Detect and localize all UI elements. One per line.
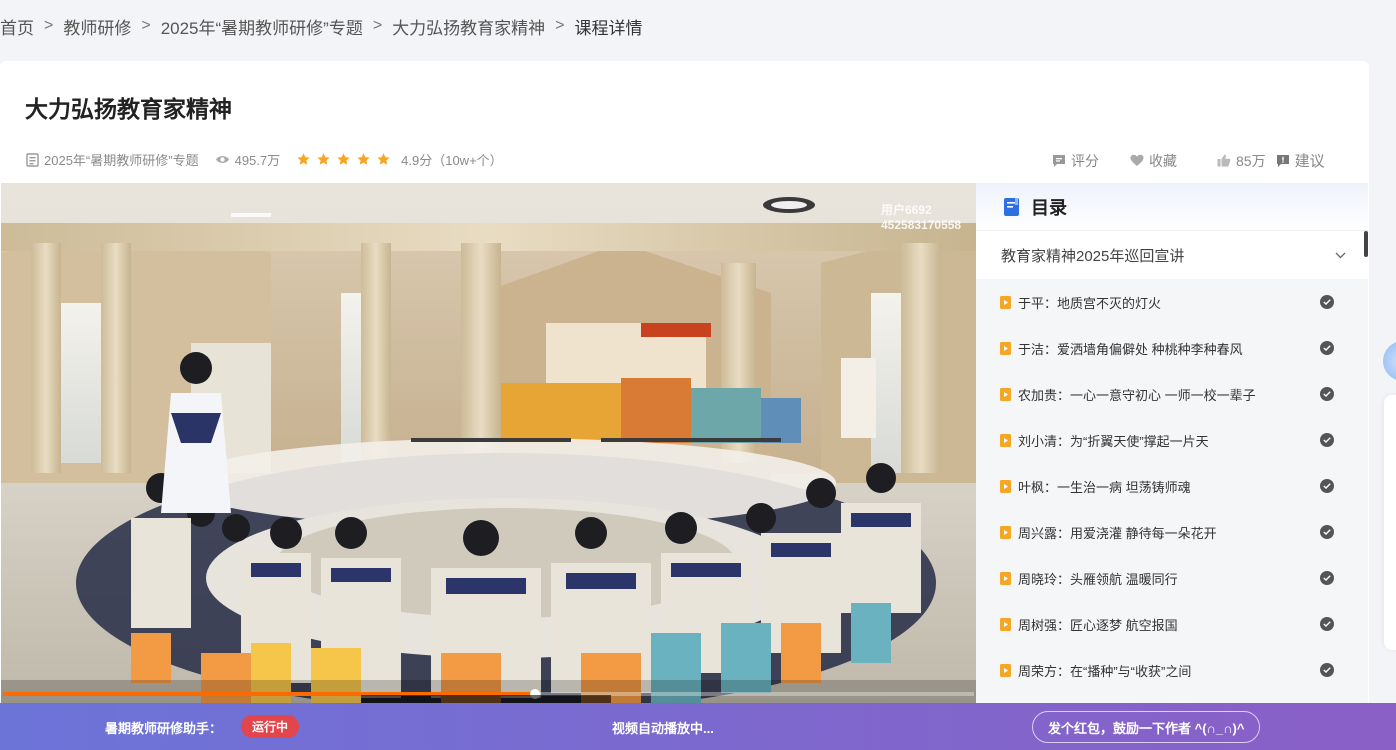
lesson-item[interactable]: 于洁：爱洒墙角偏僻处 种桃种李种春风 bbox=[976, 325, 1368, 371]
completed-check-icon bbox=[1320, 525, 1334, 539]
rating-count: （10w+个） bbox=[432, 153, 503, 168]
feedback-icon bbox=[1276, 154, 1289, 167]
video-lesson-icon bbox=[1000, 479, 1011, 493]
status-badge: 运行中 bbox=[241, 715, 300, 738]
catalog-book-icon bbox=[1004, 197, 1019, 216]
star-icon bbox=[377, 153, 390, 165]
rating-stars bbox=[296, 152, 396, 167]
video-lesson-icon bbox=[1000, 663, 1011, 677]
completed-check-icon bbox=[1320, 295, 1334, 309]
breadcrumb-home[interactable]: 首页 bbox=[0, 14, 34, 39]
like-button[interactable]: 85万 bbox=[1217, 151, 1266, 171]
lesson-title: 周树强：匠心逐梦 航空报国 bbox=[1018, 617, 1178, 633]
catalog-chapter[interactable]: 教育家精神2025年巡回宣讲 bbox=[976, 231, 1368, 279]
favorite-button[interactable]: 收藏 bbox=[1130, 151, 1177, 171]
assistant-label: 暑期教师研修助手： bbox=[105, 721, 223, 736]
lesson-item[interactable]: 周兴露：用爱浇灌 静待每一朵花开 bbox=[976, 509, 1368, 555]
video-frame bbox=[1, 183, 976, 703]
breadcrumb-separator: > bbox=[141, 17, 151, 34]
eye-icon bbox=[215, 156, 229, 163]
breadcrumb: 首页 > 教师研修 > 2025年“暑期教师研修”专题 > 大力弘扬教育家精神 … bbox=[0, 14, 643, 38]
course-actions: 评分 收藏 85万 建议 bbox=[1052, 150, 1325, 171]
lesson-title: 农加贵：一心一意守初心 一师一校一辈子 bbox=[1018, 387, 1256, 403]
completed-check-icon bbox=[1320, 341, 1334, 355]
page-title: 大力弘扬教育家精神 bbox=[25, 96, 232, 122]
assistant-bar: 暑期教师研修助手： 运行中 视频自动播放中... 发个红包，鼓励一下作者 ^(∩… bbox=[0, 703, 1396, 750]
video-lesson-icon bbox=[1000, 571, 1011, 585]
star-icon bbox=[317, 153, 330, 165]
favorite-label: 收藏 bbox=[1149, 152, 1177, 169]
video-lesson-icon bbox=[1000, 387, 1011, 401]
autoplay-status: 视频自动播放中... bbox=[612, 721, 714, 736]
lesson-title: 于平：地质宫不灭的灯火 bbox=[1018, 295, 1162, 311]
lesson-item[interactable]: 农加贵：一心一意守初心 一师一校一辈子 bbox=[976, 371, 1368, 417]
video-lesson-icon bbox=[1000, 341, 1011, 355]
topic-label: 2025年“暑期教师研修”专题 bbox=[44, 153, 199, 168]
topic-info[interactable]: 2025年“暑期教师研修”专题 bbox=[26, 150, 199, 169]
course-meta: 2025年“暑期教师研修”专题 495.7万 4.9分 （10w+个） bbox=[26, 150, 519, 169]
star-icon bbox=[357, 153, 370, 165]
breadcrumb-course[interactable]: 大力弘扬教育家精神 bbox=[392, 14, 545, 39]
video-lesson-icon bbox=[1000, 295, 1011, 309]
lesson-title: 于洁：爱洒墙角偏僻处 种桃种李种春风 bbox=[1018, 341, 1243, 357]
lesson-title: 刘小清：为“折翼天使”撑起一片天 bbox=[1018, 433, 1209, 449]
completed-check-icon bbox=[1320, 617, 1334, 631]
star-icon bbox=[297, 153, 310, 165]
video-lesson-icon bbox=[1000, 433, 1011, 447]
catalog-panel: 目录 教育家精神2025年巡回宣讲 于平：地质宫不灭的灯火于洁：爱洒墙角偏僻处 … bbox=[976, 183, 1368, 703]
completed-check-icon bbox=[1320, 663, 1334, 677]
breadcrumb-topic[interactable]: 2025年“暑期教师研修”专题 bbox=[161, 14, 363, 39]
view-count-value: 495.7万 bbox=[234, 153, 281, 168]
lesson-item[interactable]: 刘小清：为“折翼天使”撑起一片天 bbox=[976, 417, 1368, 463]
video-player[interactable]: 用户6692 452583170558 bbox=[1, 183, 976, 703]
thumbs-up-icon bbox=[1217, 154, 1231, 167]
video-watermark: 用户6692 452583170558 bbox=[881, 203, 976, 233]
lesson-item[interactable]: 周晓玲：头雁领航 温暖同行 bbox=[976, 555, 1368, 601]
completed-check-icon bbox=[1320, 387, 1334, 401]
document-icon bbox=[26, 152, 39, 167]
comment-icon bbox=[1053, 154, 1065, 167]
like-count: 85万 bbox=[1236, 152, 1266, 169]
completed-check-icon bbox=[1320, 571, 1334, 585]
assistant-float-icon[interactable] bbox=[1383, 341, 1396, 381]
heart-icon bbox=[1130, 154, 1144, 166]
chevron-down-icon bbox=[1335, 252, 1346, 258]
completed-check-icon bbox=[1320, 479, 1334, 493]
breadcrumb-current: 课程详情 bbox=[574, 18, 643, 38]
rating: 4.9分 （10w+个） bbox=[296, 150, 503, 169]
rating-score: 4.9分 bbox=[401, 153, 433, 168]
side-panel-edge bbox=[1384, 395, 1396, 650]
lesson-title: 周荣方：在“播种”与“收获”之间 bbox=[1018, 663, 1192, 679]
rate-button[interactable]: 评分 bbox=[1052, 151, 1099, 171]
chapter-title: 教育家精神2025年巡回宣讲 bbox=[1001, 247, 1185, 265]
breadcrumb-separator: > bbox=[44, 17, 54, 34]
lesson-title: 叶枫：一生治一病 坦荡铸师魂 bbox=[1018, 479, 1191, 495]
catalog-scrollbar[interactable] bbox=[1364, 231, 1368, 257]
catalog-header: 目录 bbox=[976, 183, 1368, 231]
video-lesson-icon bbox=[1000, 617, 1011, 631]
tip-author-button[interactable]: 发个红包，鼓励一下作者 ^(∩_∩)^ bbox=[1032, 711, 1261, 743]
suggest-label: 建议 bbox=[1294, 153, 1325, 170]
lesson-title: 周兴露：用爱浇灌 静待每一朵花开 bbox=[1018, 525, 1217, 541]
star-icon bbox=[337, 153, 350, 165]
breadcrumb-separator: > bbox=[555, 17, 565, 34]
lesson-item[interactable]: 周荣方：在“播种”与“收获”之间 bbox=[976, 647, 1368, 693]
lesson-item[interactable]: 叶枫：一生治一病 坦荡铸师魂 bbox=[976, 463, 1368, 509]
view-count: 495.7万 bbox=[215, 150, 281, 169]
rate-label: 评分 bbox=[1071, 152, 1099, 169]
lesson-item[interactable]: 周树强：匠心逐梦 航空报国 bbox=[976, 601, 1368, 647]
lesson-title: 周晓玲：头雁领航 温暖同行 bbox=[1018, 571, 1178, 587]
lesson-list: 于平：地质宫不灭的灯火于洁：爱洒墙角偏僻处 种桃种李种春风 农加贵：一心一意守初心… bbox=[976, 279, 1368, 703]
suggest-button[interactable]: 建议 bbox=[1276, 150, 1325, 171]
lesson-item[interactable]: 于平：地质宫不灭的灯火 bbox=[976, 279, 1368, 325]
video-subtitle-area bbox=[361, 695, 611, 703]
completed-check-icon bbox=[1320, 433, 1334, 447]
video-lesson-icon bbox=[1000, 525, 1011, 539]
breadcrumb-teacher-training[interactable]: 教师研修 bbox=[63, 14, 131, 39]
watermark-id: 452583170558 bbox=[881, 218, 962, 232]
watermark-user: 用户6692 bbox=[881, 203, 932, 217]
breadcrumb-separator: > bbox=[372, 17, 383, 34]
catalog-title: 目录 bbox=[1031, 197, 1067, 218]
